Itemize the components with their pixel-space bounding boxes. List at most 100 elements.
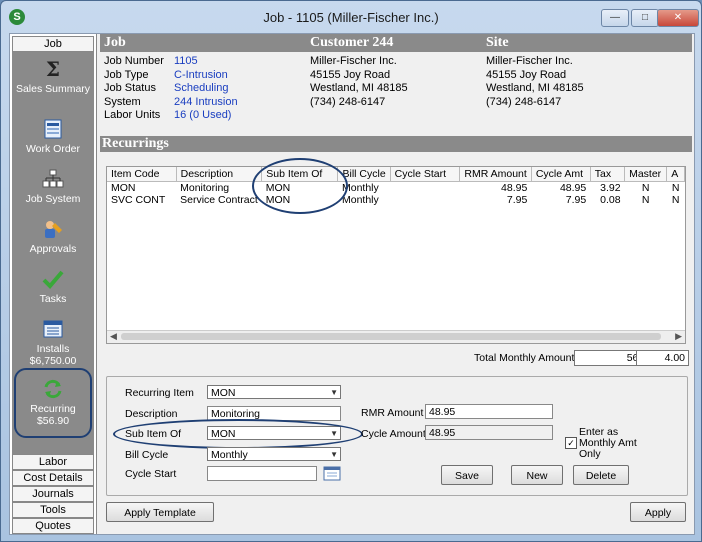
save-button[interactable]: Save bbox=[441, 465, 493, 485]
column-header[interactable]: RMR Amount bbox=[459, 167, 532, 182]
job-system-icon bbox=[42, 169, 64, 188]
scroll-left-icon[interactable]: ◀ bbox=[110, 331, 117, 342]
description-label: Description bbox=[125, 408, 178, 420]
cycle-start-label: Cycle Start bbox=[125, 468, 177, 480]
scroll-right-icon[interactable]: ▶ bbox=[675, 331, 682, 342]
window-title: Job - 1105 (Miller-Fischer Inc.) bbox=[263, 10, 439, 25]
close-button[interactable]: ✕ bbox=[657, 9, 699, 27]
tax-cell: 0.08 bbox=[600, 194, 621, 206]
customer-city: Westland, MI 48185 bbox=[310, 82, 408, 94]
sub-item-of-highlight-ring bbox=[113, 419, 363, 449]
sidebar-item-approvals[interactable]: Approvals bbox=[12, 218, 94, 255]
bill-cycle-select[interactable]: Monthly ▼ bbox=[207, 447, 341, 461]
work-order-icon bbox=[44, 119, 62, 139]
master-cell: N bbox=[641, 194, 650, 206]
system-value[interactable]: 244 Intrusion bbox=[174, 96, 238, 110]
customer-name: Miller-Fischer Inc. bbox=[310, 55, 397, 67]
minimize-button[interactable]: — bbox=[601, 9, 629, 27]
header-band: Job Customer 244 Site bbox=[100, 34, 692, 52]
job-field-labels: Job Number Job Type Job Status System La… bbox=[104, 55, 164, 123]
cycle-start-cell bbox=[390, 182, 460, 195]
cycle-start-cell bbox=[390, 194, 460, 206]
apply-template-button[interactable]: Apply Template bbox=[106, 502, 214, 522]
job-type-value[interactable]: C-Intrusion bbox=[174, 69, 238, 83]
sigma-icon: Σ bbox=[46, 58, 60, 80]
recurrings-table: Item Code Description Sub Item Of Bill C… bbox=[107, 167, 685, 206]
rmr-amount-field[interactable]: 48.95 bbox=[425, 404, 553, 419]
new-button[interactable]: New bbox=[511, 465, 563, 485]
approvals-icon bbox=[45, 221, 62, 238]
client-area: Job Σ Sales Summary Work Order Job Syste… bbox=[9, 33, 695, 535]
job-number-label: Job Number bbox=[104, 55, 164, 67]
column-header[interactable]: A bbox=[666, 167, 685, 182]
calendar-icon[interactable] bbox=[323, 466, 341, 481]
cycle-amt-cell: 7.95 bbox=[565, 194, 587, 206]
horizontal-scrollbar[interactable]: ◀ ▶ bbox=[107, 330, 685, 343]
sidebar-item-label: Approvals bbox=[29, 243, 77, 255]
column-header[interactable]: Cycle Amt bbox=[531, 167, 591, 182]
sidebar-item-label: Work Order bbox=[25, 143, 81, 155]
column-header[interactable]: Cycle Start bbox=[390, 167, 461, 182]
customer-address: Miller-Fischer Inc. 45155 Joy Road Westl… bbox=[310, 55, 408, 109]
cycle-amount-field: 48.95 bbox=[425, 425, 553, 440]
column-header[interactable]: Description bbox=[176, 167, 263, 182]
recurring-highlight-ring bbox=[14, 368, 92, 438]
sidebar-item-label: Sales Summary bbox=[15, 83, 91, 95]
labor-units-value[interactable]: 16 (0 Used) bbox=[174, 109, 238, 123]
chevron-down-icon: ▼ bbox=[330, 388, 338, 397]
job-window: S Job - 1105 (Miller-Fischer Inc.) — □ ✕… bbox=[0, 0, 702, 542]
job-number-value[interactable]: 1105 bbox=[174, 55, 238, 69]
sidebar-item-label: Job System bbox=[25, 193, 81, 205]
column-header[interactable]: Item Code bbox=[107, 167, 177, 182]
sidebar-tab-labor[interactable]: Labor bbox=[12, 454, 94, 470]
recurring-edit-form: Recurring Item MON ▼ Description Monitor… bbox=[106, 376, 688, 496]
enter-monthly-checkbox[interactable]: ✓ bbox=[565, 437, 577, 449]
a-cell: N bbox=[671, 182, 680, 194]
chevron-down-icon: ▼ bbox=[330, 450, 338, 459]
customer-heading: Customer 244 bbox=[310, 35, 394, 50]
job-type-label: Job Type bbox=[104, 68, 149, 81]
column-header[interactable]: Tax bbox=[590, 167, 626, 182]
sidebar-item-label: Tasks bbox=[39, 293, 67, 305]
sidebar-tab-cost-details[interactable]: Cost Details bbox=[12, 470, 94, 486]
delete-button[interactable]: Delete bbox=[573, 465, 629, 485]
sidebar-item-job-system[interactable]: Job System bbox=[12, 168, 94, 205]
restore-button[interactable]: □ bbox=[631, 9, 659, 27]
recurring-item-label: Recurring Item bbox=[125, 387, 194, 399]
table-row[interactable]: MON Monitoring MON Monthly 48.95 48.95 3… bbox=[107, 182, 685, 195]
recurring-item-value: MON bbox=[211, 387, 236, 399]
recurrings-grid[interactable]: Item Code Description Sub Item Of Bill C… bbox=[106, 166, 686, 344]
rmr-amount-cell: 48.95 bbox=[501, 182, 528, 194]
labor-units-label: Labor Units bbox=[104, 109, 161, 121]
recurrings-title: Recurrings bbox=[102, 136, 169, 151]
sidebar-item-tasks[interactable]: Tasks bbox=[12, 268, 94, 305]
sidebar-tab-journals[interactable]: Journals bbox=[12, 486, 94, 502]
enter-monthly-label: Enter as Monthly Amt Only bbox=[579, 426, 637, 460]
a-cell: N bbox=[671, 194, 680, 206]
sidebar-item-sales-summary[interactable]: Σ Sales Summary bbox=[12, 58, 94, 95]
cycle-amt-cell: 48.95 bbox=[559, 182, 587, 194]
table-row[interactable]: SVC CONT Service Contract MON Monthly 7.… bbox=[107, 194, 685, 206]
sidebar-tab-tools[interactable]: Tools bbox=[12, 502, 94, 518]
bill-cycle-label: Bill Cycle bbox=[125, 449, 169, 461]
apply-button[interactable]: Apply bbox=[630, 502, 686, 522]
sidebar-header[interactable]: Job bbox=[12, 36, 94, 52]
rmr-amount-cell: 7.95 bbox=[506, 194, 528, 206]
checkmark-icon bbox=[42, 270, 64, 289]
sidebar-item-installs[interactable]: Installs $6,750.00 bbox=[12, 318, 94, 367]
job-status-label: Job Status bbox=[104, 82, 156, 94]
item-code-cell: SVC CONT bbox=[111, 194, 166, 206]
customer-street: 45155 Joy Road bbox=[310, 68, 391, 81]
job-heading: Job bbox=[104, 35, 126, 50]
site-address: Miller-Fischer Inc. 45155 Joy Road Westl… bbox=[486, 55, 584, 109]
sidebar-tab-quotes[interactable]: Quotes bbox=[12, 518, 94, 534]
recurring-item-select[interactable]: MON ▼ bbox=[207, 385, 341, 399]
installs-icon bbox=[43, 320, 63, 338]
site-heading: Site bbox=[486, 35, 509, 50]
job-status-value[interactable]: Scheduling bbox=[174, 82, 238, 96]
scrollbar-thumb[interactable] bbox=[121, 333, 661, 340]
total-monthly-label: Total Monthly Amount bbox=[474, 352, 575, 364]
column-header[interactable]: Master bbox=[624, 167, 668, 182]
sidebar-item-work-order[interactable]: Work Order bbox=[12, 118, 94, 155]
cycle-start-field[interactable] bbox=[207, 466, 317, 481]
